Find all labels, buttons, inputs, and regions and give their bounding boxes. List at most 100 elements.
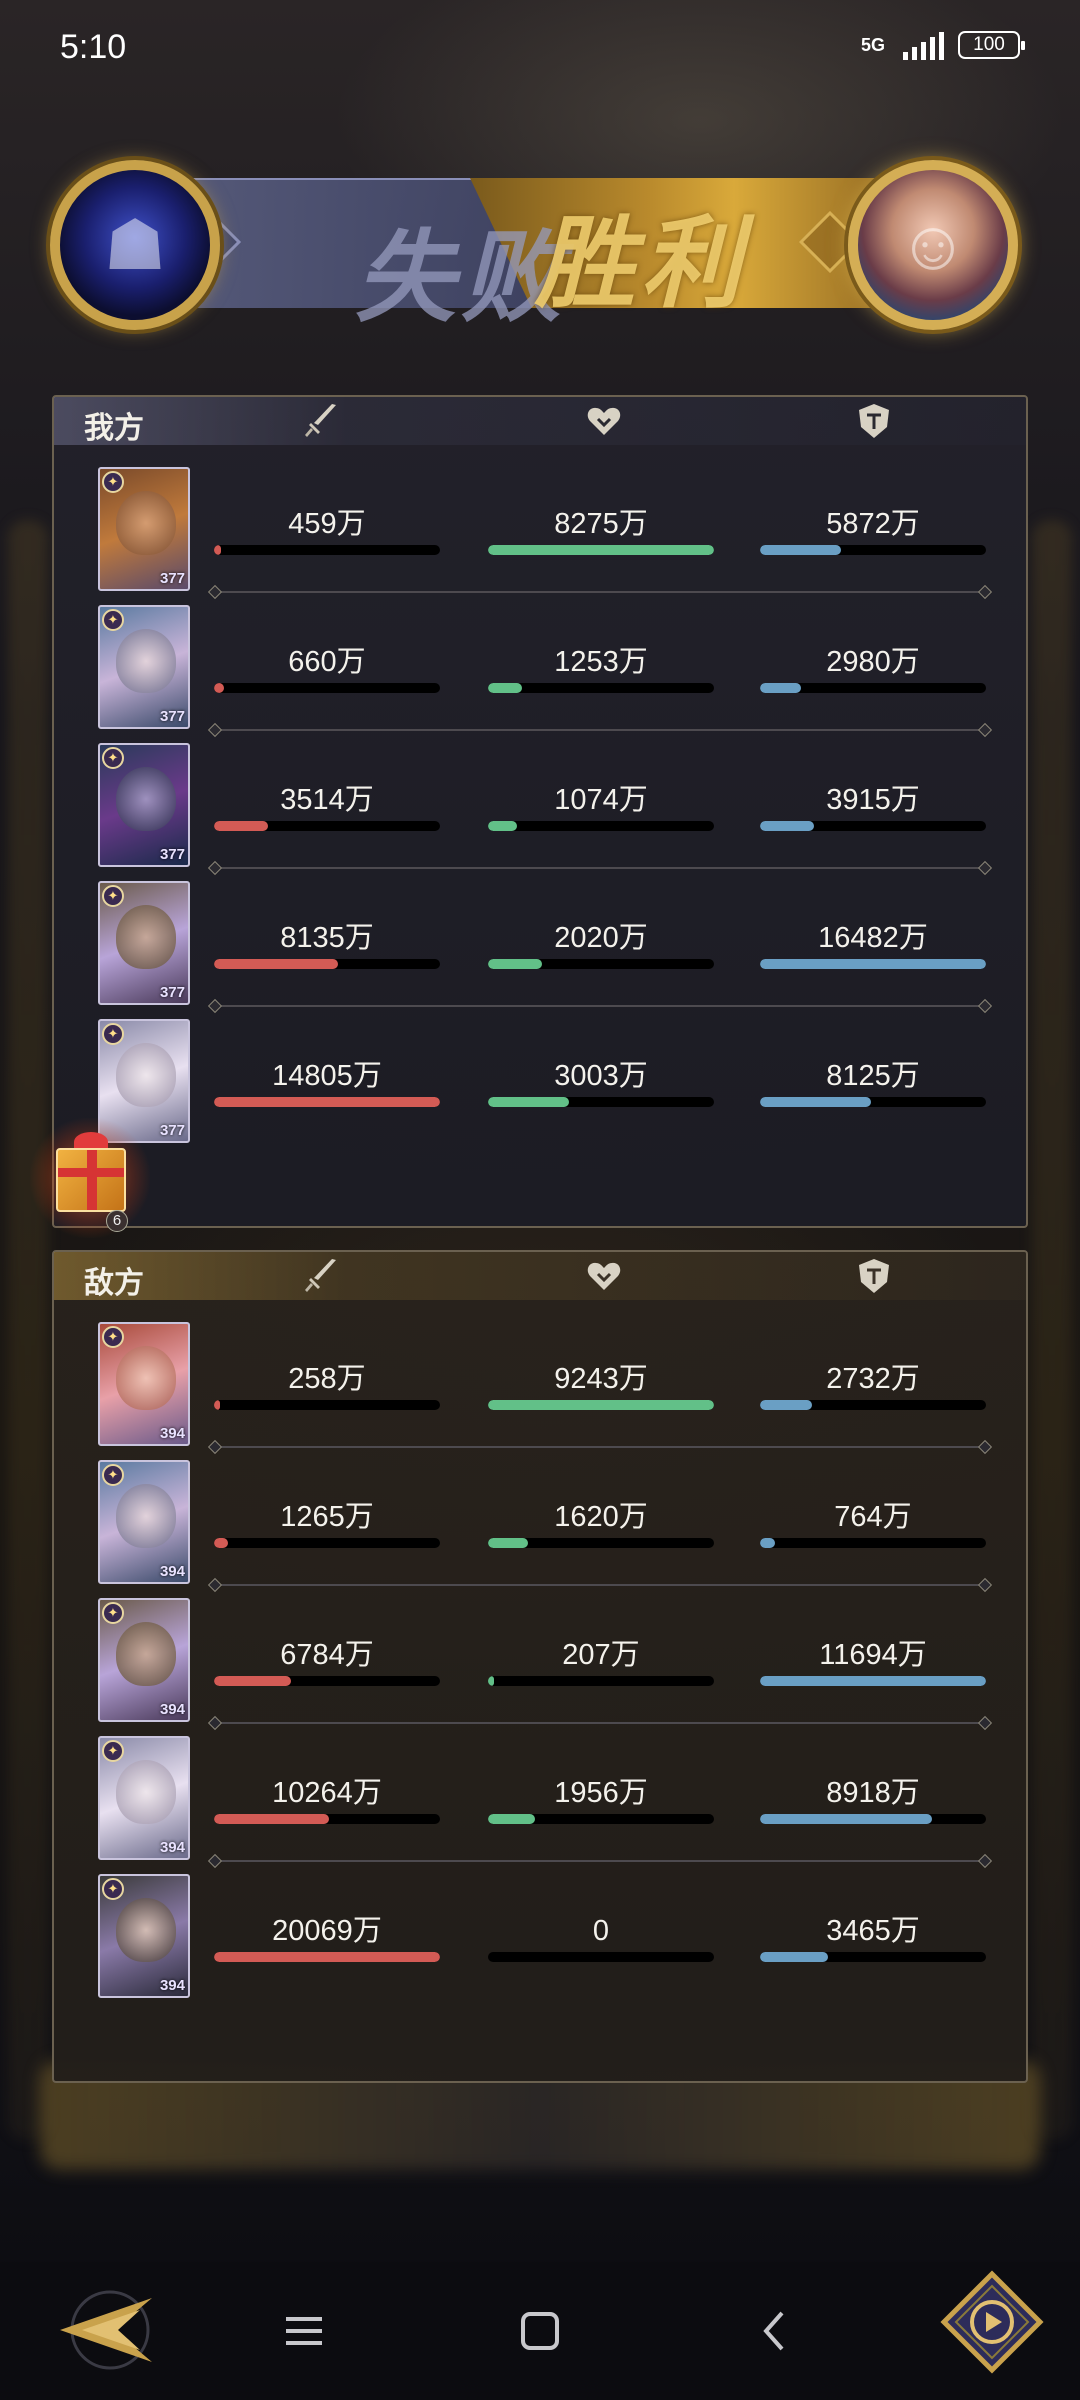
defense-stat: 3465万 bbox=[760, 1914, 986, 1970]
attack-bar bbox=[214, 683, 440, 693]
home-icon[interactable] bbox=[512, 2303, 568, 2359]
hero-face bbox=[116, 629, 176, 693]
row-divider bbox=[214, 1005, 986, 1007]
back-icon[interactable] bbox=[748, 2303, 804, 2359]
hero-level: 377 bbox=[159, 984, 185, 1001]
defense-value: 2732万 bbox=[826, 1363, 920, 1395]
health-value: 0 bbox=[592, 1915, 610, 1947]
hero-level: 377 bbox=[159, 570, 185, 587]
hero-stat-row: ✦ 394 10264万 1956万 8918万 bbox=[54, 1732, 1026, 1870]
player-avatar-left[interactable]: ☗ bbox=[50, 160, 220, 330]
portrait-icon: ☺ bbox=[897, 206, 969, 284]
faction-badge-icon: ✦ bbox=[102, 471, 124, 493]
attack-value: 258万 bbox=[288, 1363, 366, 1395]
faction-badge-icon: ✦ bbox=[102, 885, 124, 907]
attack-bar bbox=[214, 959, 440, 969]
hero-portrait[interactable]: ✦ 377 bbox=[98, 881, 190, 1005]
defense-bar-fill bbox=[760, 959, 986, 969]
result-banner: 失败 胜利 ☗ ☺ bbox=[0, 130, 1080, 370]
health-value: 8275万 bbox=[554, 508, 648, 540]
health-value: 1620万 bbox=[554, 1501, 648, 1533]
health-bar-fill bbox=[488, 1097, 570, 1107]
hero-portrait[interactable]: ✦ 394 bbox=[98, 1322, 190, 1446]
attack-value: 459万 bbox=[288, 508, 366, 540]
health-value: 1956万 bbox=[554, 1777, 648, 1809]
defense-bar-fill bbox=[760, 1538, 775, 1548]
health-value: 1253万 bbox=[554, 646, 648, 678]
faction-badge-icon: ✦ bbox=[102, 1023, 124, 1045]
attack-stat: 8135万 bbox=[214, 921, 440, 977]
row-divider bbox=[214, 729, 986, 731]
defense-bar bbox=[760, 821, 986, 831]
player-avatar-right[interactable]: ☺ bbox=[848, 160, 1018, 330]
attack-bar-fill bbox=[214, 1952, 440, 1962]
hero-level: 394 bbox=[159, 1839, 185, 1856]
attack-bar bbox=[214, 1097, 440, 1107]
sword-icon bbox=[305, 404, 336, 437]
attack-bar-fill bbox=[214, 1400, 220, 1410]
row-divider bbox=[214, 591, 986, 593]
hero-portrait[interactable]: ✦ 377 bbox=[98, 467, 190, 591]
wings-logo-icon[interactable] bbox=[52, 2280, 162, 2380]
attack-stat: 14805万 bbox=[214, 1059, 440, 1115]
attack-bar-fill bbox=[214, 821, 269, 831]
hero-portrait[interactable]: ✦ 394 bbox=[98, 1874, 190, 1998]
defense-bar bbox=[760, 1676, 986, 1686]
hero-portrait[interactable]: ✦ 377 bbox=[98, 743, 190, 867]
health-stat: 1253万 bbox=[488, 645, 714, 701]
background-panel-left bbox=[8, 520, 48, 2140]
attack-bar-fill bbox=[214, 1676, 291, 1686]
health-stat: 9243万 bbox=[488, 1362, 714, 1418]
hero-stat-row: ✦ 394 20069万 0 3465万 bbox=[54, 1870, 1026, 2008]
defense-bar-fill bbox=[760, 821, 815, 831]
attack-stat: 3514万 bbox=[214, 783, 440, 839]
hero-portrait[interactable]: ✦ 377 bbox=[98, 605, 190, 729]
health-value: 3003万 bbox=[554, 1060, 648, 1092]
health-bar bbox=[488, 1814, 714, 1824]
defense-value: 8918万 bbox=[826, 1777, 920, 1809]
defense-value: 11694万 bbox=[819, 1639, 927, 1671]
defense-bar-fill bbox=[760, 683, 801, 693]
hero-face bbox=[116, 1898, 176, 1962]
hero-level: 394 bbox=[159, 1563, 185, 1580]
attack-stat: 10264万 bbox=[214, 1776, 440, 1832]
row-divider bbox=[214, 1584, 986, 1586]
gift-box-button[interactable]: 6 bbox=[30, 1118, 150, 1238]
health-stat: 0 bbox=[488, 1914, 714, 1970]
hero-level: 377 bbox=[159, 1122, 185, 1139]
health-value: 207万 bbox=[562, 1639, 640, 1671]
defense-bar-fill bbox=[760, 545, 842, 555]
attack-value: 20069万 bbox=[272, 1915, 382, 1947]
hero-portrait[interactable]: ✦ 394 bbox=[98, 1460, 190, 1584]
defense-bar-fill bbox=[760, 1814, 932, 1824]
defense-value: 764万 bbox=[834, 1501, 912, 1533]
attack-value: 3514万 bbox=[280, 784, 374, 816]
defense-bar bbox=[760, 545, 986, 555]
defense-value: 5872万 bbox=[826, 508, 920, 540]
replay-icon[interactable] bbox=[940, 2270, 1044, 2374]
defense-bar bbox=[760, 1097, 986, 1107]
enemy-team-panel: 敌方 ✦ 394 258万 9243万 2732万 ✦ 394 1265万 1620万 764万 ✦… bbox=[52, 1250, 1028, 2083]
hero-stat-row: ✦ 377 14805万 3003万 8125万 bbox=[54, 1015, 1026, 1153]
attack-bar bbox=[214, 1538, 440, 1548]
attack-value: 660万 bbox=[288, 646, 366, 678]
our-team-panel: 我方 ✦ 377 459万 8275万 5872万 ✦ 377 660万 1253万 2980万 ✦… bbox=[52, 395, 1028, 1228]
health-bar-fill bbox=[488, 1676, 494, 1686]
health-bar-fill bbox=[488, 959, 543, 969]
defense-stat: 764万 bbox=[760, 1500, 986, 1556]
health-bar-fill bbox=[488, 545, 714, 555]
health-value: 1074万 bbox=[554, 784, 648, 816]
faction-badge-icon: ✦ bbox=[102, 1464, 124, 1486]
defense-value: 2980万 bbox=[826, 646, 920, 678]
background-panel-right bbox=[1032, 520, 1072, 2140]
health-bar bbox=[488, 821, 714, 831]
hero-portrait[interactable]: ✦ 394 bbox=[98, 1736, 190, 1860]
health-value: 9243万 bbox=[554, 1363, 648, 1395]
defense-bar bbox=[760, 1814, 986, 1824]
attack-value: 6784万 bbox=[280, 1639, 374, 1671]
hero-portrait[interactable]: ✦ 394 bbox=[98, 1598, 190, 1722]
health-stat: 1956万 bbox=[488, 1776, 714, 1832]
menu-icon[interactable] bbox=[276, 2303, 332, 2359]
attack-bar-fill bbox=[214, 1814, 330, 1824]
defense-value: 3915万 bbox=[826, 784, 920, 816]
